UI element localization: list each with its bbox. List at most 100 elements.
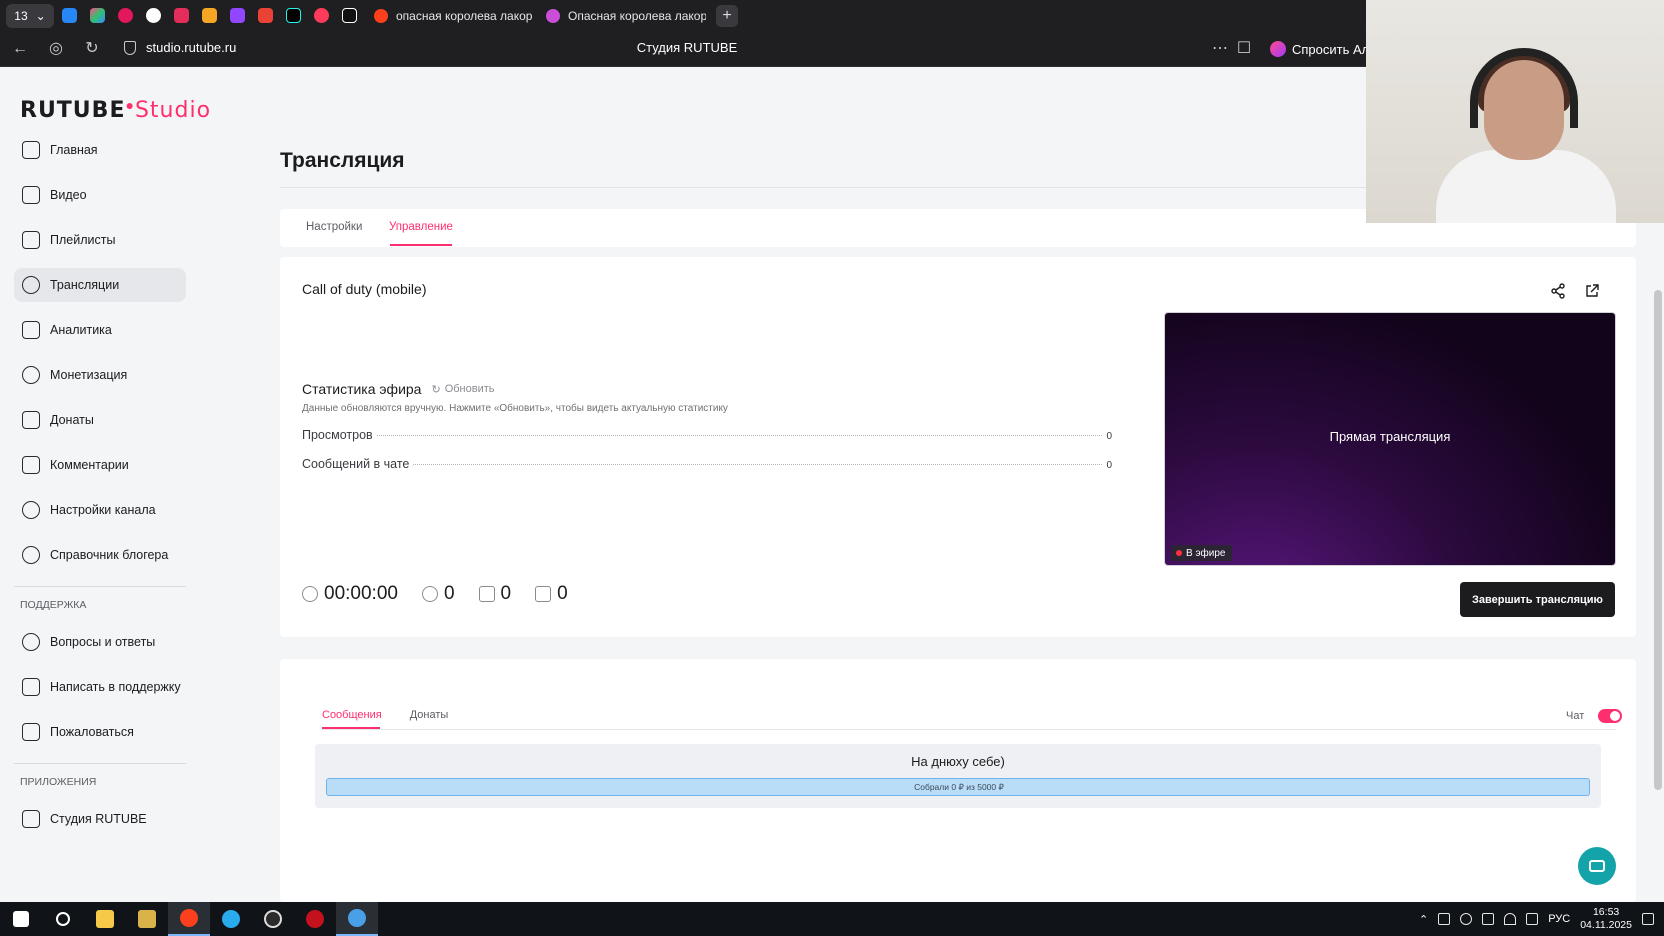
donate-icon [22, 411, 40, 429]
pinned-tab-tiktok[interactable] [280, 3, 306, 29]
pinned-tab-vk[interactable] [56, 3, 82, 29]
thumbs-up-icon [478, 586, 495, 602]
sidebar-item-faq[interactable]: Вопросы и ответы [14, 625, 186, 659]
yandex-browser-icon [180, 909, 198, 927]
circle-icon [117, 8, 133, 23]
share-icon[interactable] [1550, 283, 1566, 299]
taskbar-telegram[interactable] [210, 902, 252, 936]
tab-management[interactable]: Управление [389, 221, 453, 233]
headset-icon [1470, 48, 1578, 128]
wifi-icon[interactable] [1504, 913, 1517, 925]
pinned-tab-s[interactable] [168, 3, 194, 29]
tray-app-icon[interactable] [1460, 913, 1473, 925]
viewers-value: 0 [443, 583, 455, 604]
page-scrollbar[interactable] [1654, 290, 1662, 790]
chat-toggle-label: Чат [1566, 710, 1585, 722]
tiktok-icon [285, 8, 301, 23]
playlist-icon [22, 231, 40, 249]
sidebar-item-broadcasts[interactable]: Трансляции [14, 268, 186, 302]
bookmark-icon[interactable]: ☐ [1234, 39, 1254, 59]
chat-toggle-switch[interactable] [1598, 709, 1623, 723]
help-chat-button[interactable] [1578, 847, 1616, 885]
end-broadcast-button[interactable]: Завершить трансляцию [1460, 582, 1615, 617]
sidebar-item-comments[interactable]: Комментарии [14, 448, 186, 482]
pinned-tab-d[interactable] [196, 3, 222, 29]
taskbar-search[interactable] [42, 902, 84, 936]
tab-settings[interactable]: Настройки [306, 221, 362, 233]
stream-preview[interactable]: Прямая трансляция В эфире [1165, 313, 1615, 565]
sidebar-item-label: Студия RUTUBE [50, 812, 147, 826]
taskbar-app-red[interactable] [294, 902, 336, 936]
ask-alice-button[interactable]: Спросить Ал [1270, 38, 1369, 60]
donation-goal: На днюху себе) Собрали 0 ₽ из 5000 ₽ [315, 744, 1601, 808]
chat-tabs: Сообщения Донаты [322, 709, 448, 721]
notifications-icon[interactable] [1642, 913, 1654, 925]
red-app-icon [306, 910, 324, 928]
sidebar-item-video[interactable]: Видео [14, 178, 186, 212]
tab-donations[interactable]: Донаты [410, 709, 449, 721]
language-indicator[interactable]: РУС [1548, 913, 1570, 925]
pinned-tab-r[interactable] [336, 3, 362, 29]
stat-row-views: Просмотров 0 [302, 428, 1112, 442]
sidebar-item-channel-settings[interactable]: Настройки канала [14, 493, 186, 527]
stats-note: Данные обновляются вручную. Нажмите «Обн… [302, 403, 728, 414]
pinned-tab-gmail[interactable] [252, 3, 278, 29]
pinned-tab-ok[interactable] [112, 3, 138, 29]
sidebar-item-report[interactable]: Пожаловаться [14, 715, 186, 749]
start-button[interactable] [0, 902, 42, 936]
external-link-icon[interactable] [1584, 283, 1600, 299]
taskbar-app-bird[interactable] [126, 902, 168, 936]
chat-toggle[interactable]: Чат [1566, 709, 1623, 723]
pinned-tab-heart[interactable] [308, 3, 334, 29]
clock-date: 04.11.2025 [1580, 919, 1632, 931]
r-icon [341, 8, 357, 23]
sidebar-item-contact-support[interactable]: Написать в поддержку [14, 670, 186, 704]
sidebar-item-label: Видео [50, 188, 87, 202]
refresh-button[interactable]: ↻ Обновить [431, 383, 494, 396]
active-tab-underline [390, 244, 452, 246]
goal-progress-bar: Собрали 0 ₽ из 5000 ₽ [326, 778, 1590, 796]
live-badge: В эфире [1171, 545, 1232, 561]
browser-tab[interactable]: опасная королева лакор [364, 3, 534, 29]
tab-messages[interactable]: Сообщения [322, 709, 382, 721]
analytics-icon [22, 321, 40, 339]
tray-chevron-icon[interactable]: ⌃ [1419, 913, 1428, 926]
tab-counter[interactable]: 13 ⌄ [6, 3, 54, 28]
sidebar-item-studio-app[interactable]: Студия RUTUBE [14, 802, 186, 836]
taskbar-app-blue[interactable] [336, 902, 378, 936]
stat-value: 0 [1106, 431, 1112, 442]
question-icon [22, 633, 40, 651]
sidebar-item-donations[interactable]: Донаты [14, 403, 186, 437]
sidebar-item-home[interactable]: Главная [14, 133, 186, 167]
rutube-studio-logo[interactable]: RUTUBE●Studio [20, 97, 211, 123]
tab-title: опасная королева лакор [396, 8, 533, 23]
broadcast-card: Call of duty (mobile) Статистика эфира ↻… [280, 257, 1636, 637]
sidebar-item-blogger-guide[interactable]: Справочник блогера [14, 538, 186, 572]
microphone-icon[interactable] [1438, 913, 1451, 925]
taskbar-yandex-browser[interactable] [168, 902, 210, 936]
volume-icon[interactable] [1526, 913, 1539, 925]
sidebar-item-label: Донаты [50, 413, 94, 427]
taskbar-explorer[interactable] [84, 902, 126, 936]
sidebar-section-apps: ПРИЛОЖЕНИЯ [20, 776, 97, 788]
goal-title: На днюху себе) [911, 754, 1005, 769]
sidebar-item-analytics[interactable]: Аналитика [14, 313, 186, 347]
search-icon [56, 912, 70, 926]
viewer-icon [421, 586, 438, 602]
pinned-tab-chat[interactable] [140, 3, 166, 29]
pinned-tab-twitch[interactable] [224, 3, 250, 29]
sidebar-item-monetization[interactable]: Монетизация [14, 358, 186, 392]
battery-icon[interactable] [1482, 913, 1495, 925]
more-icon[interactable]: ⋯ [1210, 39, 1230, 59]
browser-tab[interactable]: Опасная королева лакор [536, 3, 706, 29]
studio-icon [22, 810, 40, 828]
sidebar-item-playlists[interactable]: Плейлисты [14, 223, 186, 257]
new-tab-button[interactable]: + [716, 4, 738, 27]
clock[interactable]: 16:53 04.11.2025 [1580, 906, 1632, 932]
taskbar-obs[interactable] [252, 902, 294, 936]
chat-icon [145, 8, 161, 23]
bird-icon [138, 910, 156, 928]
likes-value: 0 [500, 583, 512, 604]
pinned-tab-apps[interactable] [84, 3, 110, 29]
chevron-down-icon: ⌄ [35, 8, 46, 23]
